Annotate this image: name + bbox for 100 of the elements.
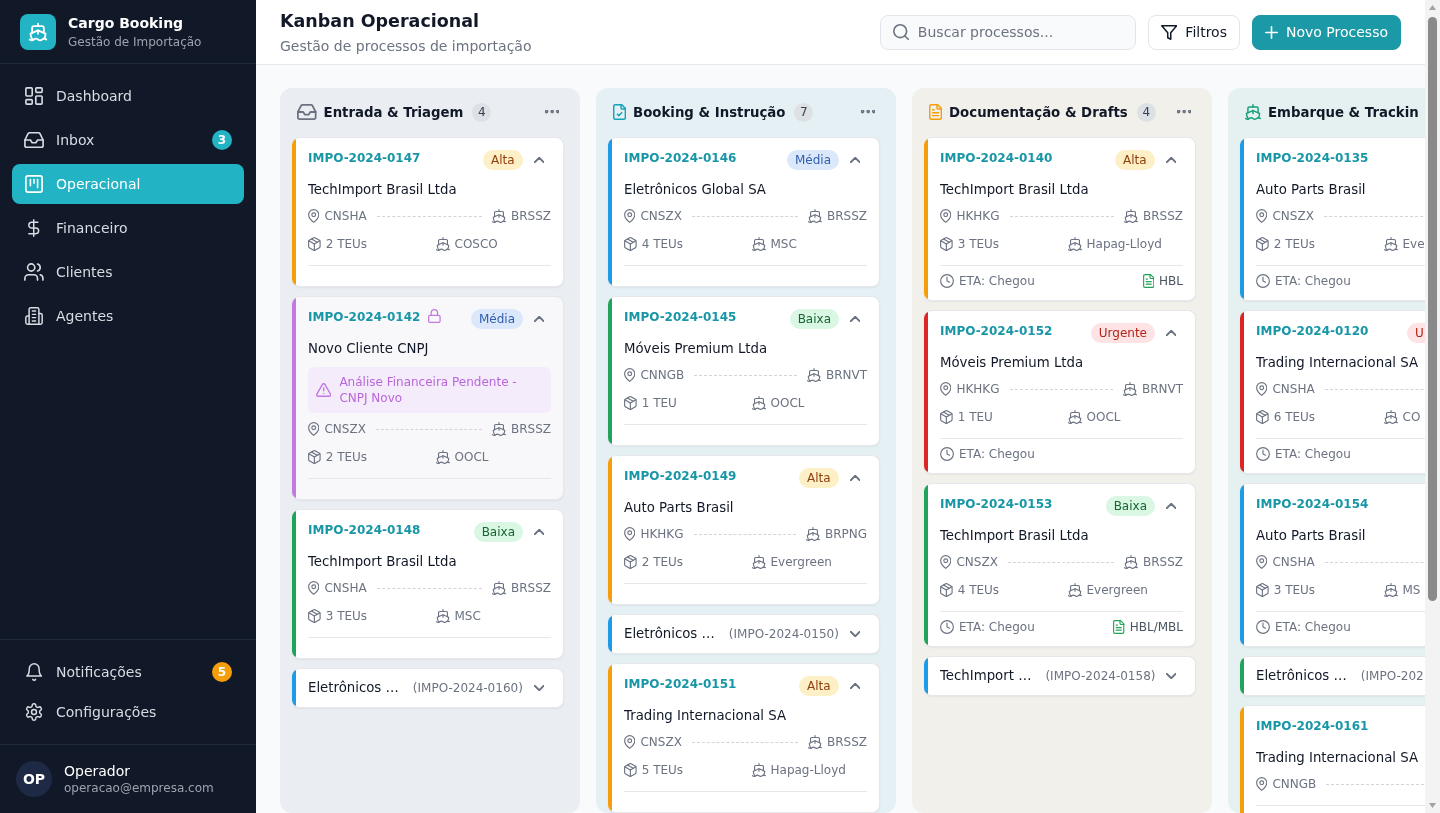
origin-port: HKHKG bbox=[640, 527, 684, 541]
package-icon bbox=[940, 410, 953, 424]
process-code: IMPO-2024-0147 bbox=[308, 150, 421, 166]
process-card[interactable]: IMPO-2024-0151 Alta Trading Internacional SA CNSZX BRSSZ 5 TEUs Hapag-Lloyd bbox=[608, 663, 880, 813]
process-card[interactable]: IMPO-2024-0142 Média Novo Cliente CNPJ Análise Financeira Pendente - CNPJ Novo CNSZX BRSSZ 2 TEUs OOCL bbox=[292, 296, 564, 500]
process-card[interactable]: IMPO-2024-0146 Média Eletrônicos Global SA CNSZX BRSSZ 4 TEUs MSC bbox=[608, 137, 880, 287]
clock-icon bbox=[940, 274, 954, 288]
teu-count: 1 TEU bbox=[957, 410, 993, 424]
process-card[interactable]: Eletrônicos … (IMPO-202 bbox=[1240, 656, 1425, 696]
nav-item[interactable]: Inbox 3 bbox=[12, 120, 244, 160]
bell-icon bbox=[25, 663, 43, 681]
ship-icon bbox=[1067, 410, 1082, 424]
carrier-name: MS bbox=[1402, 583, 1421, 597]
teu-count: 2 TEUs bbox=[641, 555, 684, 569]
filter-button[interactable]: Filtros bbox=[1147, 14, 1240, 50]
origin-port: CNNGB bbox=[640, 368, 685, 382]
ship-icon bbox=[751, 555, 766, 569]
more-icon[interactable] bbox=[544, 110, 559, 114]
chevron-up-icon[interactable] bbox=[849, 683, 861, 689]
process-code: IMPO-2024-0145 bbox=[624, 309, 737, 325]
chevron-down-icon[interactable] bbox=[533, 685, 545, 691]
destination-port: BRSSZ bbox=[510, 422, 551, 436]
app-subtitle: Gestão de Importação bbox=[68, 33, 202, 50]
process-card[interactable]: IMPO-2024-0147 Alta TechImport Brasil Ltda CNSHA BRSSZ 2 TEUs COSCO bbox=[292, 137, 564, 287]
company-name: Novo Cliente CNPJ bbox=[308, 340, 430, 358]
users-icon bbox=[24, 263, 44, 281]
nav-item[interactable]: Notificações 5 bbox=[12, 652, 244, 692]
carrier-name: Evergreen bbox=[770, 555, 832, 569]
plus-icon bbox=[1265, 25, 1278, 39]
map-pin-icon bbox=[308, 422, 320, 436]
chevron-up-icon[interactable] bbox=[849, 475, 861, 481]
nav-item[interactable]: Clientes bbox=[12, 252, 244, 292]
more-icon[interactable] bbox=[860, 110, 875, 114]
nav-item[interactable]: Configurações bbox=[12, 692, 244, 732]
chevron-up-icon[interactable] bbox=[1165, 157, 1177, 163]
ship-icon bbox=[491, 581, 506, 595]
process-card[interactable]: Eletrônicos … (IMPO-2024-0160) bbox=[292, 668, 564, 708]
process-card[interactable]: IMPO-2024-0120 U Trading Internacional SA CNSHA 6 TEUs CO ETA: Chegou bbox=[1240, 310, 1425, 474]
chevron-up-icon[interactable] bbox=[533, 316, 545, 322]
process-code: IMPO-2024-0154 bbox=[1256, 496, 1369, 512]
company-name: TechImport Brasil Ltda bbox=[940, 527, 1090, 545]
warning-icon bbox=[316, 383, 332, 397]
package-icon bbox=[308, 609, 321, 623]
chevron-up-icon[interactable] bbox=[1165, 330, 1177, 336]
map-pin-icon bbox=[940, 382, 952, 396]
teu-count: 3 TEUs bbox=[325, 609, 368, 623]
chevron-up-icon[interactable] bbox=[849, 316, 861, 322]
chevron-up-icon[interactable] bbox=[533, 157, 545, 163]
destination-port: BRSSZ bbox=[826, 209, 867, 223]
more-icon[interactable] bbox=[1176, 110, 1191, 114]
company-name: Trading Internacional SA bbox=[624, 707, 787, 725]
process-card[interactable]: IMPO-2024-0154 Auto Parts Brasil CNSHA 3 TEUs MS ETA: Chegou bbox=[1240, 483, 1425, 647]
chevron-down-icon[interactable] bbox=[849, 631, 861, 637]
clock-icon bbox=[1256, 447, 1270, 461]
ship-icon bbox=[805, 527, 820, 541]
map-pin-icon bbox=[940, 555, 952, 569]
process-card[interactable]: Eletrônicos … (IMPO-2024-0150) bbox=[608, 614, 880, 654]
priority-pill: Média bbox=[786, 150, 839, 170]
process-card[interactable]: IMPO-2024-0149 Alta Auto Parts Brasil HKHKG BRPNG 2 TEUs Evergreen bbox=[608, 455, 880, 605]
origin-port: CNSZX bbox=[324, 422, 366, 436]
chevron-up-icon[interactable] bbox=[849, 157, 861, 163]
chevron-down-icon[interactable] bbox=[1165, 673, 1177, 679]
process-code: IMPO-2024-0146 bbox=[624, 150, 737, 166]
eta-text: ETA: Chegou bbox=[1275, 447, 1351, 461]
priority-pill: Alta bbox=[1115, 150, 1155, 170]
priority-pill: Urgente bbox=[1090, 323, 1155, 343]
teu-count: 3 TEUs bbox=[1273, 583, 1316, 597]
search-field[interactable]: Buscar processos... bbox=[879, 14, 1136, 50]
priority-pill: Alta bbox=[799, 676, 839, 696]
chevron-up-icon[interactable] bbox=[533, 529, 545, 535]
process-card[interactable]: IMPO-2024-0140 Alta TechImport Brasil Ltda HKHKG BRSSZ 3 TEUs Hapag-Lloyd ETA: Chegou HBL bbox=[924, 137, 1196, 301]
process-card[interactable]: TechImport … (IMPO-2024-0158) bbox=[924, 656, 1196, 696]
process-card[interactable]: IMPO-2024-0152 Urgente Móveis Premium Ltda HKHKG BRNVT 1 TEU OOCL ETA: Chegou bbox=[924, 310, 1196, 474]
grid-icon bbox=[25, 87, 43, 105]
ship-icon bbox=[1383, 583, 1398, 597]
clock-icon bbox=[1256, 620, 1270, 634]
settings-icon bbox=[25, 703, 43, 721]
package-icon bbox=[308, 237, 321, 251]
ship-icon bbox=[1122, 382, 1137, 396]
ship-icon bbox=[806, 368, 821, 382]
notification-count: 5 bbox=[212, 662, 232, 682]
map-pin-icon bbox=[1256, 382, 1268, 396]
company-name: Móveis Premium Ltda bbox=[940, 354, 1085, 372]
nav-item[interactable]: Financeiro bbox=[12, 208, 244, 248]
chevron-up-icon[interactable] bbox=[1165, 503, 1177, 509]
process-card[interactable]: IMPO-2024-0153 Baixa TechImport Brasil Ltda CNSZX BRSSZ 4 TEUs Evergreen ETA: Chegou HBL/MBL bbox=[924, 483, 1196, 647]
company-name: Eletrônicos … bbox=[308, 679, 399, 697]
package-icon bbox=[940, 237, 953, 251]
nav-item[interactable]: Agentes bbox=[12, 296, 244, 336]
carrier-name: CO bbox=[1402, 410, 1421, 424]
ship-icon bbox=[1067, 583, 1082, 597]
process-card[interactable]: IMPO-2024-0161 Trading Internacional SA CNNGB bbox=[1240, 705, 1425, 813]
map-pin-icon bbox=[308, 209, 320, 223]
process-card[interactable]: IMPO-2024-0148 Baixa TechImport Brasil Ltda CNSHA BRSSZ 3 TEUs MSC bbox=[292, 509, 564, 659]
nav-item[interactable]: Dashboard bbox=[12, 76, 244, 116]
process-card[interactable]: IMPO-2024-0145 Baixa Móveis Premium Ltda CNNGB BRNVT 1 TEU OOCL bbox=[608, 296, 880, 446]
process-card[interactable]: IMPO-2024-0135 Auto Parts Brasil CNSZX 2 TEUs Eve ETA: Chegou bbox=[1240, 137, 1425, 301]
scrollbar[interactable] bbox=[1425, 0, 1440, 813]
teu-count: 5 TEUs bbox=[641, 763, 684, 777]
company-name: Eletrônicos … bbox=[1256, 667, 1347, 685]
